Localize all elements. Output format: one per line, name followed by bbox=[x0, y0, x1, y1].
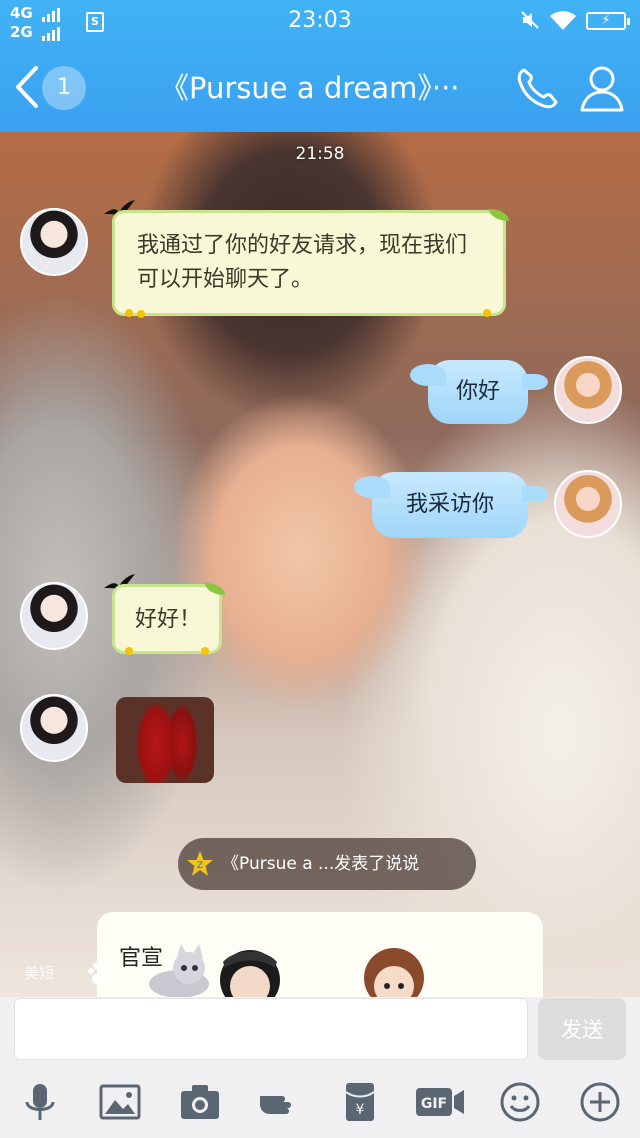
incoming-message-bubble[interactable]: 好好！ bbox=[112, 583, 225, 655]
my-avatar[interactable] bbox=[554, 470, 622, 538]
message-text: 你好 bbox=[455, 379, 500, 404]
qzone-post-text: 《Pursue a ...发表了说说 bbox=[222, 854, 420, 874]
qzone-post-notice[interactable]: Z 《Pursue a ...发表了说说 bbox=[178, 838, 476, 890]
paw-icon bbox=[88, 963, 110, 985]
flower-decoration bbox=[483, 309, 491, 317]
flower-decoration bbox=[125, 647, 133, 655]
contact-avatar[interactable] bbox=[20, 208, 88, 276]
emoji-icon[interactable] bbox=[498, 1080, 542, 1124]
unread-count-badge[interactable]: 1 bbox=[42, 66, 86, 110]
contact-avatar[interactable] bbox=[20, 694, 88, 762]
svg-text:Z: Z bbox=[197, 861, 203, 871]
hand-icon[interactable] bbox=[258, 1080, 302, 1124]
message-text: 我通过了你的好友请求，现在我们可以开始聊天了。 bbox=[137, 233, 468, 292]
send-button[interactable]: 发送 bbox=[538, 998, 626, 1060]
chat-title[interactable]: 《Pursue a dream》··· bbox=[160, 66, 500, 110]
profile-icon[interactable] bbox=[578, 64, 626, 114]
message-text: 好好！ bbox=[135, 607, 202, 632]
message-input[interactable] bbox=[14, 998, 528, 1060]
message-timestamp: 21:58 bbox=[295, 144, 345, 164]
battery-icon: ⚡ bbox=[586, 12, 630, 30]
back-button[interactable] bbox=[10, 62, 44, 112]
gif-icon[interactable]: GIF bbox=[414, 1080, 466, 1124]
flower-decoration bbox=[201, 647, 209, 655]
flower-decoration bbox=[125, 309, 133, 317]
phone-call-icon[interactable] bbox=[512, 64, 562, 114]
svg-text:¥: ¥ bbox=[356, 1102, 365, 1118]
chat-header: 4G 2G S 23:03 ⚡ 1 《Pursue a dream》··· bbox=[0, 0, 640, 132]
image-message[interactable] bbox=[116, 697, 214, 783]
card-badge: 美短 bbox=[24, 964, 55, 982]
image-icon[interactable] bbox=[98, 1080, 142, 1124]
wifi-icon bbox=[550, 11, 576, 31]
outgoing-message-bubble[interactable]: 你好 bbox=[410, 360, 548, 424]
outgoing-message-bubble[interactable]: 我采访你 bbox=[354, 472, 548, 538]
incoming-message-bubble[interactable]: 我通过了你的好友请求，现在我们可以开始聊天了。 bbox=[112, 209, 509, 318]
contact-avatar[interactable] bbox=[20, 582, 88, 650]
message-text: 我采访你 bbox=[405, 492, 494, 517]
camera-icon[interactable] bbox=[178, 1080, 222, 1124]
flower-decoration bbox=[137, 310, 145, 318]
microphone-icon[interactable] bbox=[18, 1080, 62, 1124]
status-bar: 4G 2G S 23:03 ⚡ bbox=[0, 0, 640, 42]
status-time: 23:03 bbox=[288, 8, 352, 33]
gif-label: GIF bbox=[421, 1096, 447, 1112]
my-avatar[interactable] bbox=[554, 356, 622, 424]
plus-icon[interactable] bbox=[578, 1080, 622, 1124]
mute-icon bbox=[521, 11, 539, 29]
qzone-star-icon: Z bbox=[187, 851, 213, 876]
cat-sticker-icon bbox=[149, 944, 209, 998]
red-packet-icon[interactable]: ¥ bbox=[338, 1080, 382, 1124]
